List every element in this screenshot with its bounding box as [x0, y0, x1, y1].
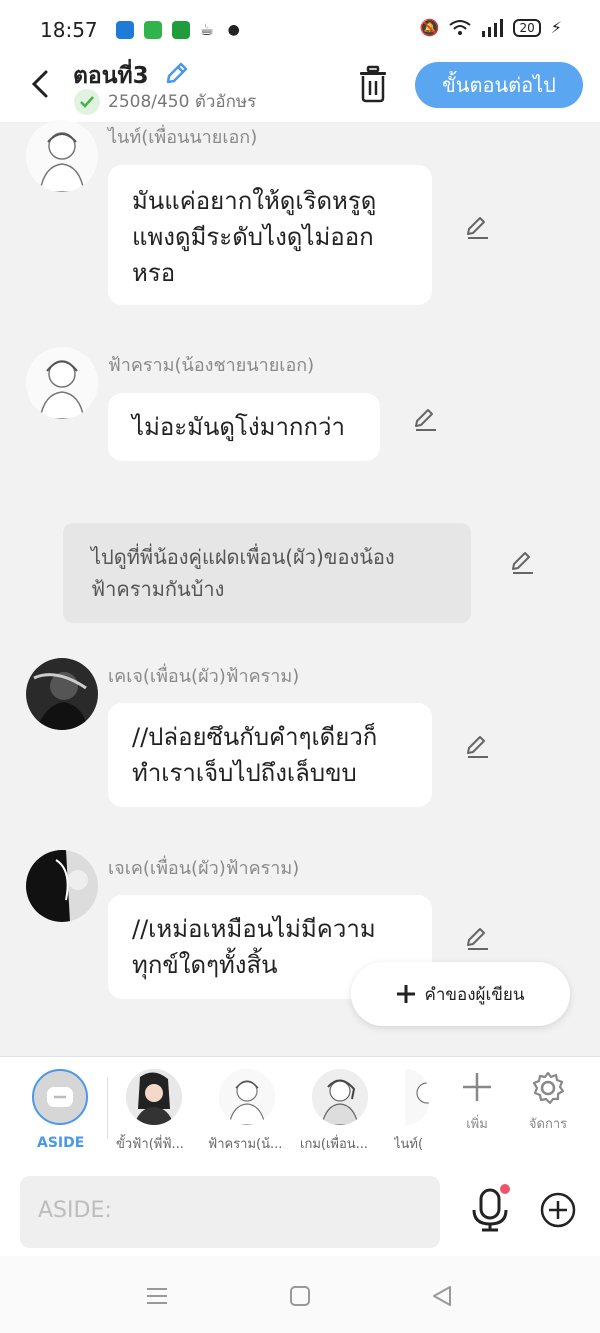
avatar[interactable]	[26, 850, 98, 922]
dialogue-line: แพงดูมีระดับไงดูไม่ออก	[132, 223, 374, 251]
character-avatar[interactable]	[219, 1069, 275, 1125]
signal-icon	[482, 18, 504, 37]
narration-line: ไปดูที่พี่น้องคู่แฝดเพื่อน(ผัว)ของน้อง	[91, 545, 395, 569]
back-button[interactable]	[22, 64, 58, 104]
editor-header: ตอนที่3 2508/450 ตัวอักษร ขั้นตอนต่อไป	[0, 60, 600, 122]
manage-label: จัดการ	[528, 1117, 568, 1132]
dialogue-line: ไม่อะมันดูโง่มากกว่า	[132, 413, 345, 441]
aside-button[interactable]	[32, 1069, 88, 1125]
dialogue-bubble[interactable]: มันแค่อยากให้ดูเริดหรูดู แพงดูมีระดับไงด…	[108, 165, 432, 305]
dialogue-line: มันแค่อยากให้ดูเริดหรูดู	[132, 187, 377, 215]
edit-icon[interactable]	[412, 405, 440, 433]
character-avatar[interactable]	[312, 1069, 368, 1125]
chevron-left-icon	[31, 70, 48, 98]
dialogue-line: ทำเราเจ็บไปถึงเล็บขบ	[132, 759, 357, 787]
character-counter: 2508/450 ตัวอักษร	[74, 88, 256, 115]
dialogue-line: //เหม่อเหมือนไม่มีความ	[132, 915, 376, 943]
edit-icon[interactable]	[464, 924, 492, 952]
status-time: 18:57	[40, 18, 98, 42]
aside-label: ASIDE	[37, 1135, 85, 1151]
avatar[interactable]	[26, 347, 98, 419]
character-name: ไนท์(	[394, 1137, 424, 1152]
app-notification-icon	[171, 21, 190, 39]
back-triangle-icon[interactable]	[430, 1284, 454, 1308]
avatar[interactable]	[26, 658, 98, 730]
character-selector: ASIDE ขั้วฟ้า(พี่ฟ้... ฟ้าคราม(น้... เกม…	[0, 1056, 600, 1166]
system-nav-bar	[0, 1256, 600, 1333]
coffee-icon: ☕	[199, 20, 214, 39]
word-count: 2508/450 ตัวอักษร	[108, 92, 257, 112]
divider	[107, 1077, 108, 1139]
manage-characters-button[interactable]: จัดการ	[523, 1071, 573, 1134]
more-notifications-dot: ●	[227, 22, 240, 38]
menu-icon[interactable]	[145, 1284, 169, 1308]
character-name: ฟ้าคราม(น้องชายนายเอก)	[108, 355, 315, 376]
chat-bubble-icon	[47, 1087, 73, 1107]
narration-line: ฟ้าครามกันบ้าง	[91, 577, 225, 601]
plus-icon	[397, 985, 416, 1003]
character-name: เคเจ(เพื่อน(ผัว)ฟ้าคราม)	[108, 666, 300, 687]
next-step-button[interactable]: ขั้นตอนต่อไป	[415, 62, 583, 108]
message-input[interactable]: ASIDE:	[20, 1176, 440, 1248]
app-notification-icon	[115, 21, 134, 39]
plus-icon	[463, 1073, 491, 1101]
character-name: เจเค(เพื่อน(ผัว)ฟ้าคราม)	[108, 858, 300, 879]
composer-bar: ASIDE:	[0, 1166, 600, 1256]
narration-bubble[interactable]: ไปดูที่พี่น้องคู่แฝดเพื่อน(ผัว)ของน้อง ฟ…	[63, 523, 471, 623]
edit-icon[interactable]	[464, 732, 492, 760]
character-name: เกม(เพื่อน...	[300, 1137, 369, 1152]
character-name: ฟ้าคราม(น้...	[208, 1137, 283, 1152]
character-avatar[interactable]	[126, 1069, 182, 1125]
gear-icon	[532, 1071, 565, 1105]
character-name: ไนท์(เพื่อนนายเอก)	[108, 127, 258, 148]
home-icon[interactable]	[288, 1284, 312, 1308]
avatar[interactable]	[26, 120, 98, 192]
character-name: ขั้วฟ้า(พี่ฟ้...	[116, 1137, 184, 1152]
dialogue-bubble[interactable]: ไม่อะมันดูโง่มากกว่า	[108, 393, 380, 461]
microphone-icon[interactable]	[470, 1188, 510, 1232]
wifi-icon	[449, 19, 472, 35]
edit-title-icon[interactable]	[163, 59, 191, 87]
battery-icon: 20	[513, 18, 541, 37]
notification-dot	[500, 1184, 510, 1194]
add-character-button[interactable]: เพิ่ม	[452, 1071, 502, 1134]
character-avatar[interactable]	[405, 1069, 429, 1125]
status-bar: 18:57 ☕ ● 🔕 20 ⚡	[0, 0, 600, 60]
add-circle-icon[interactable]	[540, 1192, 576, 1228]
dialogue-bubble[interactable]: //ปล่อยซึนกับคำๆเดียวก็ ทำเราเจ็บไปถึงเล…	[108, 703, 432, 807]
trash-icon[interactable]	[355, 64, 391, 104]
author-note-button[interactable]: คำของผู้เขียน	[351, 962, 570, 1026]
check-icon	[74, 88, 100, 115]
add-label: เพิ่ม	[466, 1117, 488, 1132]
app-notification-icon	[143, 21, 162, 39]
dialogue-line: //ปล่อยซึนกับคำๆเดียวก็	[132, 723, 378, 751]
edit-icon[interactable]	[509, 548, 537, 576]
status-indicators: 🔕 20 ⚡	[420, 18, 562, 37]
author-note-label: คำของผู้เขียน	[424, 984, 525, 1005]
dialogue-line: หรอ	[132, 259, 176, 287]
edit-icon[interactable]	[464, 213, 492, 241]
mute-icon: 🔕	[419, 18, 440, 37]
charging-icon: ⚡	[550, 18, 562, 37]
